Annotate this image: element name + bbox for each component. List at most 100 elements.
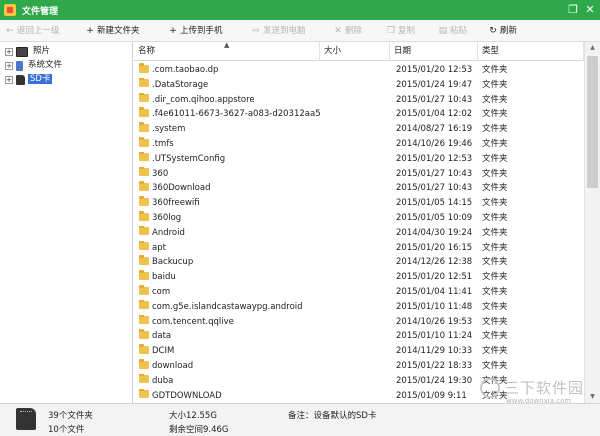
file-type-cell: 文件夹 <box>482 94 508 105</box>
file-date-cell: 2015/01/20 16:15 <box>396 242 473 253</box>
file-row[interactable]: com.g5e.islandcastawaypg.android 2015/01/… <box>134 299 584 315</box>
file-name-cell: .dir_com.qihoo.appstore <box>139 92 320 108</box>
file-date-cell: 2015/01/04 11:41 <box>396 287 473 297</box>
folder-icon <box>139 137 149 147</box>
phone-icon <box>16 60 23 71</box>
file-name-cell: com.tencent.qqlive <box>139 314 320 330</box>
file-name: data <box>152 331 172 342</box>
file-name-cell: baidu <box>139 270 320 285</box>
file-date-cell: 2014/10/26 19:46 <box>396 139 473 149</box>
file-row[interactable]: .com.taobao.dp 2015/01/20 12:53 文件夹 <box>134 63 584 78</box>
file-name-cell: DCIM <box>139 344 320 359</box>
watermark: 三下软件园 www.downxia.com <box>480 376 592 408</box>
file-row[interactable]: download 2015/01/22 18:33 文件夹 <box>134 359 584 374</box>
file-date-cell: 2015/01/27 10:43 <box>396 94 473 105</box>
file-row[interactable]: apt 2015/01/20 16:15 文件夹 <box>134 240 584 256</box>
restore-button[interactable]: ❐ <box>565 2 581 18</box>
file-type-cell: 文件夹 <box>482 361 508 371</box>
file-row[interactable]: .UTSystemConfig 2015/01/20 12:53 文件夹 <box>134 151 584 167</box>
file-row[interactable]: Android 2014/04/30 19:24 文件夹 <box>134 225 584 241</box>
file-row[interactable]: Backucup 2014/12/26 12:38 文件夹 <box>134 255 584 270</box>
file-row[interactable]: 360freewifi 2015/01/05 14:15 文件夹 <box>134 196 584 211</box>
folder-icon <box>139 285 149 295</box>
file-name-cell: duba <box>139 373 320 389</box>
file-row[interactable]: .DataStorage 2015/01/24 19:47 文件夹 <box>134 77 584 93</box>
toolbar-button-send-to-pc[interactable]: ⇨ 发送到电脑 <box>251 24 305 38</box>
file-name: DCIM <box>152 346 175 357</box>
paste-icon: ▤ <box>438 26 448 36</box>
vertical-scrollbar[interactable]: ▲ ▼ <box>584 42 600 403</box>
file-date-cell: 2014/10/26 19:53 <box>396 316 473 327</box>
file-type-cell: 文件夹 <box>482 213 508 223</box>
file-name: com <box>152 287 171 297</box>
file-row[interactable]: .f4e61011-6673-3627-a083-d20312aa5... 201… <box>134 107 584 122</box>
file-name: .DataStorage <box>152 79 209 90</box>
file-name: .f4e61011-6673-3627-a083-d20312aa5... <box>152 109 320 120</box>
file-name-cell: 360Download <box>139 181 320 196</box>
column-header-date[interactable]: 日期 <box>390 42 478 61</box>
file-date-cell: 2015/01/20 12:53 <box>396 153 473 164</box>
folder-icon <box>139 63 149 73</box>
file-row[interactable]: .tmfs 2014/10/26 19:46 文件夹 <box>134 137 584 152</box>
file-type-cell: 文件夹 <box>482 79 508 90</box>
file-row[interactable]: DCIM 2014/11/29 10:33 文件夹 <box>134 344 584 359</box>
toolbar-button-label: 新建文件夹 <box>97 26 140 36</box>
toolbar-button-refresh[interactable]: ↻ 刷新 <box>488 24 517 38</box>
tree-item-photos[interactable]: + 照片 <box>5 45 52 58</box>
toolbar-button-new-folder[interactable]: + 新建文件夹 <box>85 24 140 38</box>
toolbar-button-label: 复制 <box>398 26 416 36</box>
watermark-text: 三下软件园 <box>504 379 585 397</box>
folder-icon <box>139 388 149 399</box>
file-row[interactable]: data 2015/01/10 11:24 文件夹 <box>134 329 584 344</box>
file-name-cell: .system <box>139 122 320 137</box>
file-name-cell: .UTSystemConfig <box>139 151 320 167</box>
file-row[interactable]: com.tencent.qqlive 2014/10/26 19:53 文件夹 <box>134 314 584 330</box>
tree-item-sd-card[interactable]: + SD卡 <box>5 73 53 86</box>
file-row[interactable]: .dir_com.qihoo.appstore 2015/01/27 10:43 文… <box>134 92 584 108</box>
column-header-type[interactable]: 类型 <box>478 42 584 61</box>
file-date-cell: 2015/01/09 9:11 <box>396 390 467 401</box>
file-name: GDTDOWNLOAD <box>152 390 222 401</box>
file-name: .tmfs <box>152 139 174 149</box>
file-row[interactable]: .system 2014/08/27 16:19 文件夹 <box>134 122 584 137</box>
expand-toggle-icon[interactable]: + <box>5 61 13 70</box>
file-type-cell: 文件夹 <box>482 287 508 297</box>
file-date-cell: 2015/01/10 11:48 <box>396 301 473 312</box>
close-button[interactable]: ✕ <box>582 2 598 18</box>
expand-toggle-icon[interactable]: + <box>5 75 13 84</box>
file-type-cell: 文件夹 <box>482 124 508 135</box>
toolbar-button-delete[interactable]: ✕ 删除 <box>333 24 362 38</box>
folder-icon <box>139 211 149 221</box>
file-name-cell: Android <box>139 225 320 241</box>
delete-icon: ✕ <box>334 26 342 36</box>
file-date-cell: 2014/11/29 10:33 <box>396 346 473 357</box>
toolbar-button-up-level[interactable]: ← 返回上一级 <box>5 24 59 38</box>
folder-icon <box>139 122 149 132</box>
file-row[interactable]: 360Download 2015/01/27 10:43 文件夹 <box>134 181 584 196</box>
title-bar: 文件管理 ❐ ✕ <box>0 0 600 20</box>
file-type-cell: 文件夹 <box>482 227 508 238</box>
tree-item-system-files[interactable]: + 系统文件 <box>5 59 64 72</box>
toolbar-button-paste[interactable]: ▤ 粘贴 <box>438 24 467 38</box>
scrollbar-thumb[interactable] <box>587 56 598 188</box>
file-name-cell: .f4e61011-6673-3627-a083-d20312aa5... <box>139 107 320 122</box>
expand-toggle-icon[interactable]: + <box>5 47 13 56</box>
file-type-cell: 文件夹 <box>482 198 508 209</box>
file-row[interactable]: baidu 2015/01/20 12:51 文件夹 <box>134 270 584 285</box>
file-name-cell: .com.taobao.dp <box>139 63 320 78</box>
file-row[interactable]: 360log 2015/01/05 10:09 文件夹 <box>134 211 584 226</box>
file-row[interactable]: 360 2015/01/27 10:43 文件夹 <box>134 166 584 182</box>
file-row[interactable]: com 2015/01/04 11:41 文件夹 <box>134 285 584 300</box>
folder-icon <box>139 255 149 265</box>
file-date-cell: 2014/08/27 16:19 <box>396 124 473 135</box>
file-name: Backucup <box>152 257 194 268</box>
scroll-up-arrow-icon[interactable]: ▲ <box>585 42 600 54</box>
file-type-cell: 文件夹 <box>482 257 508 268</box>
file-date-cell: 2014/12/26 12:38 <box>396 257 473 268</box>
folder-icon <box>139 225 149 236</box>
toolbar-button-upload[interactable]: + 上传到手机 <box>168 24 222 38</box>
copy-icon: ❐ <box>386 26 396 36</box>
file-type-cell: 文件夹 <box>482 242 508 253</box>
column-header-size[interactable]: 大小 <box>320 42 390 61</box>
toolbar-button-copy[interactable]: ❐ 复制 <box>386 24 415 38</box>
